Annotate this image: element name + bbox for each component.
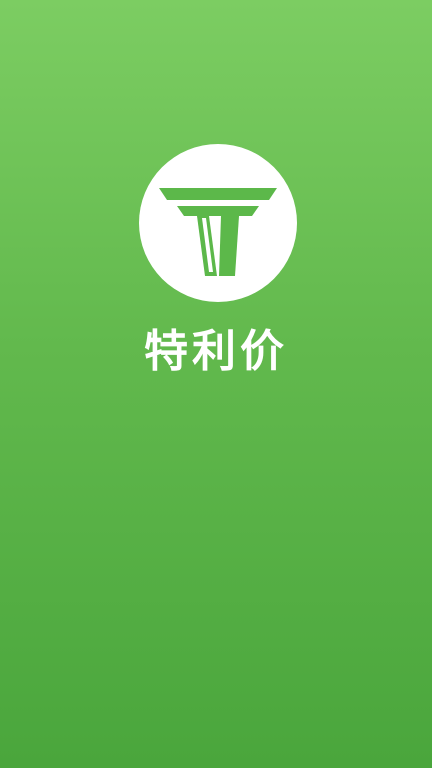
splash-screen: 特利价 (0, 0, 432, 768)
t-letter-logo-icon (159, 188, 277, 276)
app-name: 特利价 (144, 326, 288, 377)
app-logo (139, 144, 297, 302)
